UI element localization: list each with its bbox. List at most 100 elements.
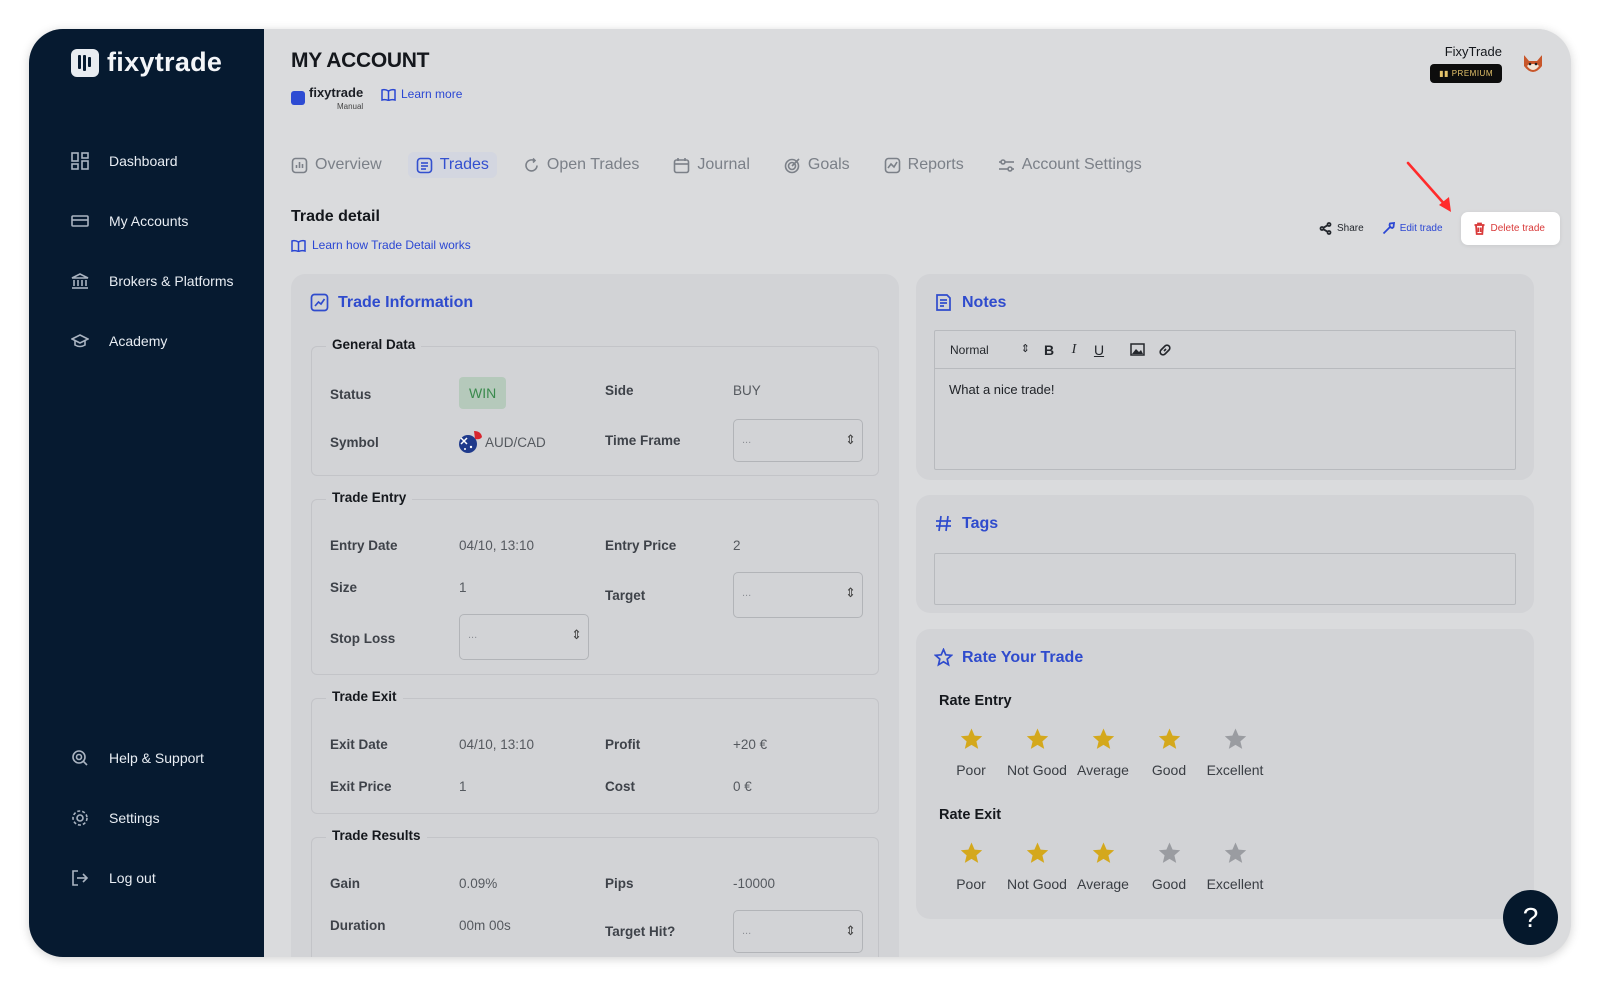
book-icon	[381, 88, 396, 101]
notes-content[interactable]: What a nice trade!	[935, 369, 1515, 410]
star-label: Poor	[956, 762, 986, 778]
underline-button[interactable]: U	[1093, 342, 1105, 358]
trade-information-title: Trade Information	[310, 293, 473, 312]
exit-star-4[interactable]: Good	[1136, 841, 1202, 892]
share-label: Share	[1337, 223, 1364, 234]
trash-icon	[1474, 222, 1485, 235]
delete-trade-button[interactable]: Delete trade	[1460, 212, 1560, 245]
rate-trade-label: Rate Your Trade	[962, 648, 1084, 666]
tab-label: Account Settings	[1021, 156, 1142, 173]
tags-input[interactable]	[934, 553, 1516, 605]
symbol-value: AUD/CAD	[485, 435, 546, 450]
tab-trades[interactable]: Trades	[407, 152, 497, 178]
help-chat-button[interactable]: ?	[1503, 890, 1558, 945]
account-tabs: Overview Trades Open Trades Journal Goal…	[291, 152, 1176, 178]
sidebar-item-label: Settings	[109, 810, 160, 826]
trade-information-card: Trade Information General Data Status WI…	[291, 274, 899, 957]
sidebar-item-label: Help & Support	[109, 750, 204, 766]
share-button[interactable]: Share	[1319, 222, 1364, 235]
side-label: Side	[605, 383, 634, 398]
target-hit-select[interactable]: ...	[733, 910, 863, 953]
avatar[interactable]	[1520, 52, 1546, 78]
user-profile[interactable]: FixyTrade ▮▮ PREMIUM	[1430, 44, 1546, 83]
trade-exit-label: Trade Exit	[326, 689, 403, 704]
exit-star-3[interactable]: Average	[1070, 841, 1136, 892]
general-data-label: General Data	[326, 337, 422, 352]
notes-title: Notes	[934, 293, 1006, 312]
sidebar-item-brokers[interactable]: Brokers & Platforms	[71, 272, 233, 290]
star-label: Good	[1151, 876, 1187, 892]
tags-label: Tags	[962, 514, 999, 532]
dashboard-icon	[71, 152, 89, 170]
sidebar-item-help[interactable]: Help & Support	[71, 749, 204, 767]
cost-value: 0 €	[733, 779, 752, 794]
tags-title: Tags	[934, 514, 998, 533]
link-icon[interactable]	[1158, 343, 1172, 357]
calendar-icon	[674, 157, 690, 173]
trade-information-label: Trade Information	[338, 293, 474, 311]
star-label: Excellent	[1206, 762, 1264, 778]
tab-overview[interactable]: Overview	[291, 156, 382, 174]
tab-journal[interactable]: Journal	[673, 156, 750, 174]
italic-button[interactable]: I	[1068, 342, 1080, 358]
account-brand-icon	[291, 90, 305, 105]
side-value: BUY	[733, 383, 761, 398]
rate-trade-card: Rate Your Trade Rate Entry Poor Not Good…	[916, 629, 1534, 919]
exit-price-label: Exit Price	[330, 779, 392, 794]
star-icon	[960, 842, 982, 863]
exit-star-1[interactable]: Poor	[938, 841, 1004, 892]
exit-star-2[interactable]: Not Good	[1004, 841, 1070, 892]
profit-label: Profit	[605, 737, 641, 752]
target-label: Target	[605, 588, 646, 603]
trade-exit-group: Trade Exit Exit Date 04/10, 13:10 Profit…	[311, 689, 879, 814]
bold-button[interactable]: B	[1043, 342, 1055, 358]
accounts-icon	[71, 215, 89, 227]
entry-star-1[interactable]: Poor	[938, 727, 1004, 778]
tab-open-trades[interactable]: Open Trades	[523, 156, 639, 174]
star-label: Average	[1077, 762, 1129, 778]
sidebar-item-logout[interactable]: Log out	[71, 869, 156, 887]
edit-trade-button[interactable]: Edit trade	[1382, 222, 1443, 235]
tab-account-settings[interactable]: Account Settings	[998, 156, 1142, 174]
rate-entry-label: Rate Entry	[939, 693, 1012, 709]
target-input[interactable]: ...	[733, 572, 863, 618]
account-brand: fixytrade Manual	[291, 84, 363, 111]
help-icon	[72, 750, 88, 766]
exit-price-value: 1	[459, 779, 467, 794]
sidebar-item-my-accounts[interactable]: My Accounts	[71, 212, 188, 230]
sidebar-item-academy[interactable]: Academy	[71, 332, 167, 350]
tab-label: Overview	[315, 156, 382, 173]
sliders-icon	[998, 158, 1014, 172]
entry-date-value: 04/10, 13:10	[459, 538, 535, 553]
timeframe-label: Time Frame	[605, 433, 681, 448]
tags-card: Tags	[916, 495, 1534, 613]
trade-detail-title: Trade detail	[291, 208, 380, 225]
sidebar-item-label: Log out	[109, 870, 156, 886]
profit-value: +20 €	[733, 737, 768, 752]
brand-logo[interactable]: fixytrade	[71, 47, 222, 78]
entry-star-3[interactable]: Average	[1070, 727, 1136, 778]
sidebar-item-settings[interactable]: Settings	[71, 809, 160, 827]
list-icon	[416, 157, 432, 173]
image-icon[interactable]	[1130, 343, 1145, 356]
duration-value: 00m 00s	[459, 918, 511, 933]
au-ca-flag-icon	[459, 431, 482, 453]
format-select[interactable]: Normal	[950, 342, 1030, 357]
entry-star-5[interactable]: Excellent	[1202, 727, 1268, 778]
tab-goals[interactable]: Goals	[784, 156, 850, 174]
status-label: Status	[330, 387, 372, 402]
entry-star-4[interactable]: Good	[1136, 727, 1202, 778]
timeframe-select[interactable]: ...	[733, 419, 863, 462]
exit-star-5[interactable]: Excellent	[1202, 841, 1268, 892]
tab-reports[interactable]: Reports	[884, 156, 964, 174]
sidebar-item-dashboard[interactable]: Dashboard	[71, 152, 178, 170]
sidebar-item-label: My Accounts	[109, 213, 189, 229]
entry-star-2[interactable]: Not Good	[1004, 727, 1070, 778]
sidebar-item-label: Academy	[109, 333, 168, 349]
learn-trade-detail-link[interactable]: Learn how Trade Detail works	[291, 238, 471, 252]
learn-more-link[interactable]: Learn more	[381, 87, 462, 101]
star-label: Excellent	[1206, 876, 1264, 892]
report-icon	[884, 157, 900, 173]
star-label: Not Good	[1007, 876, 1067, 892]
stop-loss-input[interactable]: ...	[459, 614, 589, 660]
